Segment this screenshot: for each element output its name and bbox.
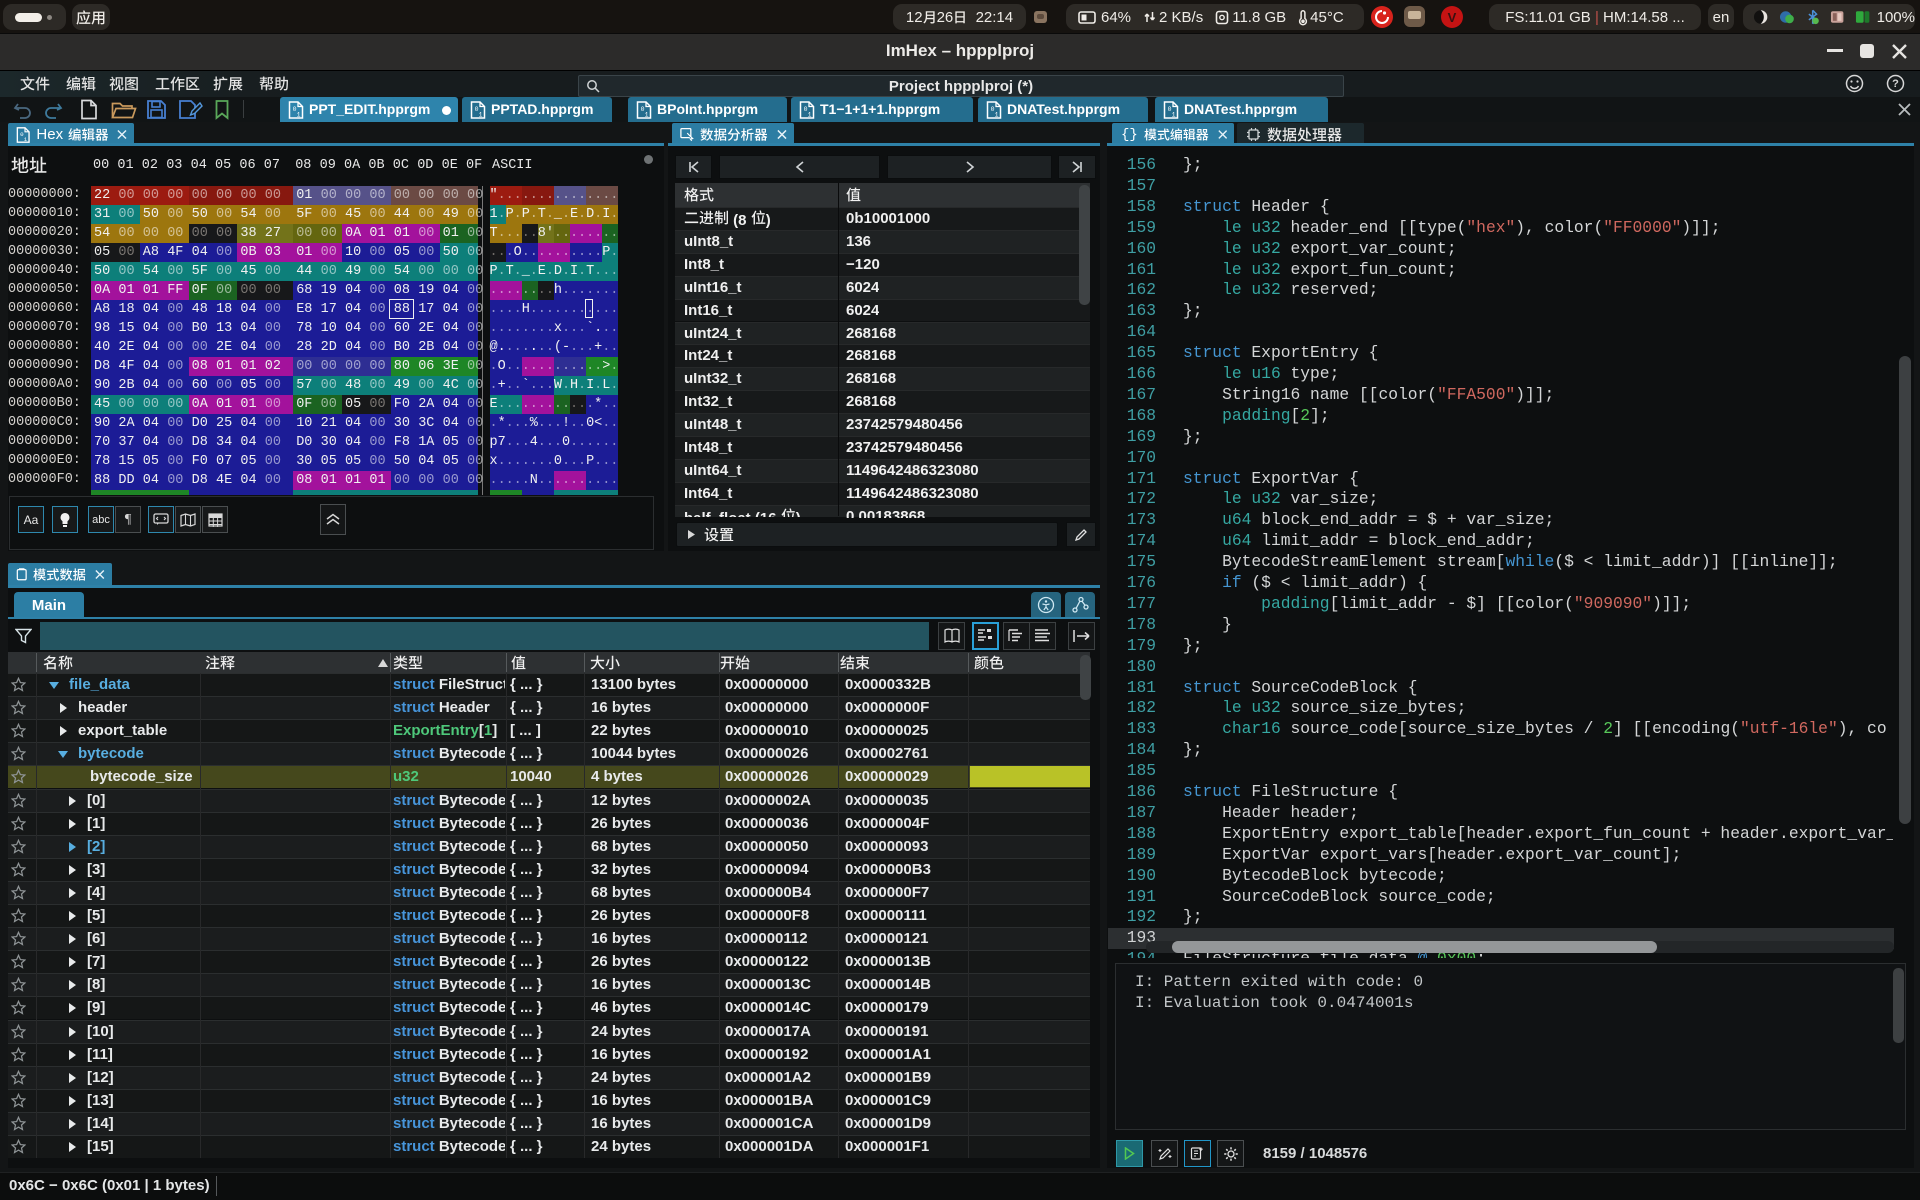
svg-text:1: 1 [479, 112, 483, 119]
svg-text:1: 1 [995, 112, 999, 119]
svg-text:1: 1 [297, 112, 301, 119]
svg-text:1: 1 [1172, 112, 1176, 119]
svg-text:?: ? [1892, 78, 1899, 90]
svg-text:1: 1 [24, 135, 28, 142]
svg-text:1: 1 [645, 112, 649, 119]
svg-text:1: 1 [808, 112, 812, 119]
